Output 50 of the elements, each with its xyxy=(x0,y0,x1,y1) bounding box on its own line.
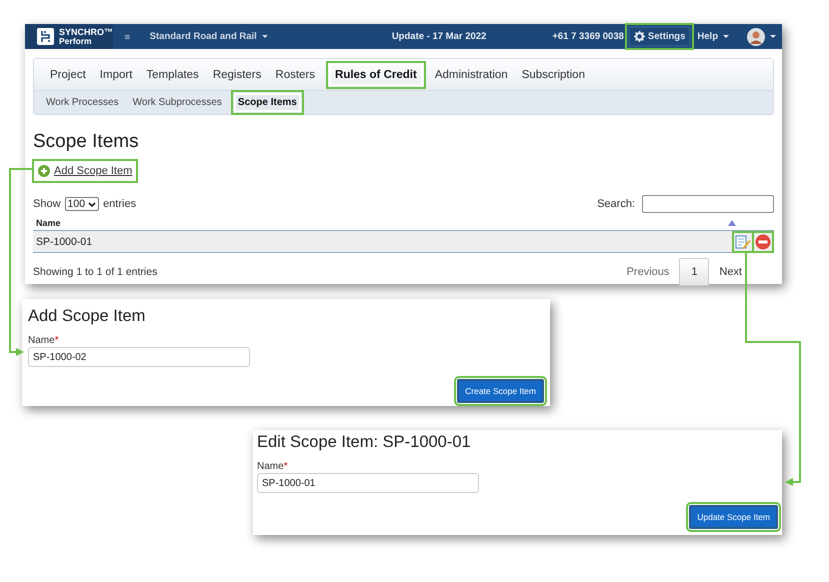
search-label: Search: xyxy=(597,198,635,210)
page-length-select[interactable]: 100 xyxy=(64,197,100,211)
form-title: Add Scope Item xyxy=(28,307,146,326)
gear-icon xyxy=(634,31,645,42)
column-header[interactable]: Name xyxy=(36,218,61,228)
search-field[interactable] xyxy=(642,195,774,213)
update-button[interactable]: Update Scope Item xyxy=(689,505,778,529)
brand-name: SYNCHRO™ xyxy=(59,28,114,36)
menu-tab[interactable]: Templates xyxy=(140,64,205,86)
update-label: Update - 17 Mar 2022 xyxy=(392,31,486,42)
brand-logo[interactable]: SYNCHRO™ Perform xyxy=(25,24,114,49)
caret-icon xyxy=(723,35,729,38)
page-button[interactable]: 1 xyxy=(679,258,710,286)
brand-subtitle: Perform xyxy=(59,36,93,46)
create-button[interactable]: Create Scope Item xyxy=(457,379,544,403)
menu-tab[interactable]: Registers xyxy=(206,64,268,86)
submenu-tab[interactable]: Work Subprocesses xyxy=(128,93,226,112)
project-dropdown[interactable]: Standard Road and Rail xyxy=(144,26,274,47)
name-field[interactable]: SP-1000-01 xyxy=(257,473,479,493)
chevron-icon xyxy=(88,202,96,206)
avatar-icon xyxy=(747,28,765,46)
help-dropdown[interactable]: Help xyxy=(691,26,735,47)
caret-icon xyxy=(262,35,268,38)
settings-button[interactable]: Settings xyxy=(628,26,692,47)
field-label: Name xyxy=(28,335,55,346)
add-link[interactable]: Add Scope Item xyxy=(35,162,136,180)
field-label: Name xyxy=(257,461,284,472)
logo-icon xyxy=(37,28,54,45)
submenu-tab[interactable]: Scope Items xyxy=(234,93,301,112)
page-title: Scope Items xyxy=(33,131,140,153)
required-mark: * xyxy=(54,335,59,346)
caret-icon xyxy=(770,35,776,38)
name-field[interactable]: SP-1000-02 xyxy=(28,347,250,367)
menu-tab[interactable]: Administration xyxy=(428,64,514,86)
menu-tab[interactable]: Rosters xyxy=(269,64,322,86)
show-label: Show xyxy=(33,198,61,210)
next-button[interactable]: Next xyxy=(709,262,774,282)
plus-icon xyxy=(38,165,50,177)
phone-number: +61 7 3369 0038 xyxy=(552,31,624,42)
previous-button[interactable]: Previous xyxy=(616,262,680,282)
submenu-tab[interactable]: Work Processes xyxy=(42,93,123,112)
required-mark: * xyxy=(284,461,288,472)
table-cell: SP-1000-01 xyxy=(36,236,92,248)
menu-tab[interactable]: Subscription xyxy=(516,64,591,86)
sort-ascending-icon[interactable] xyxy=(728,220,736,226)
entries-label: entries xyxy=(103,198,136,210)
menu-tab[interactable]: Project xyxy=(44,64,92,86)
table-info: Showing 1 to 1 of 1 entries xyxy=(33,266,158,278)
menu-tab[interactable]: Import xyxy=(94,64,138,86)
form-title: Edit Scope Item: SP-1000-01 xyxy=(257,433,472,452)
